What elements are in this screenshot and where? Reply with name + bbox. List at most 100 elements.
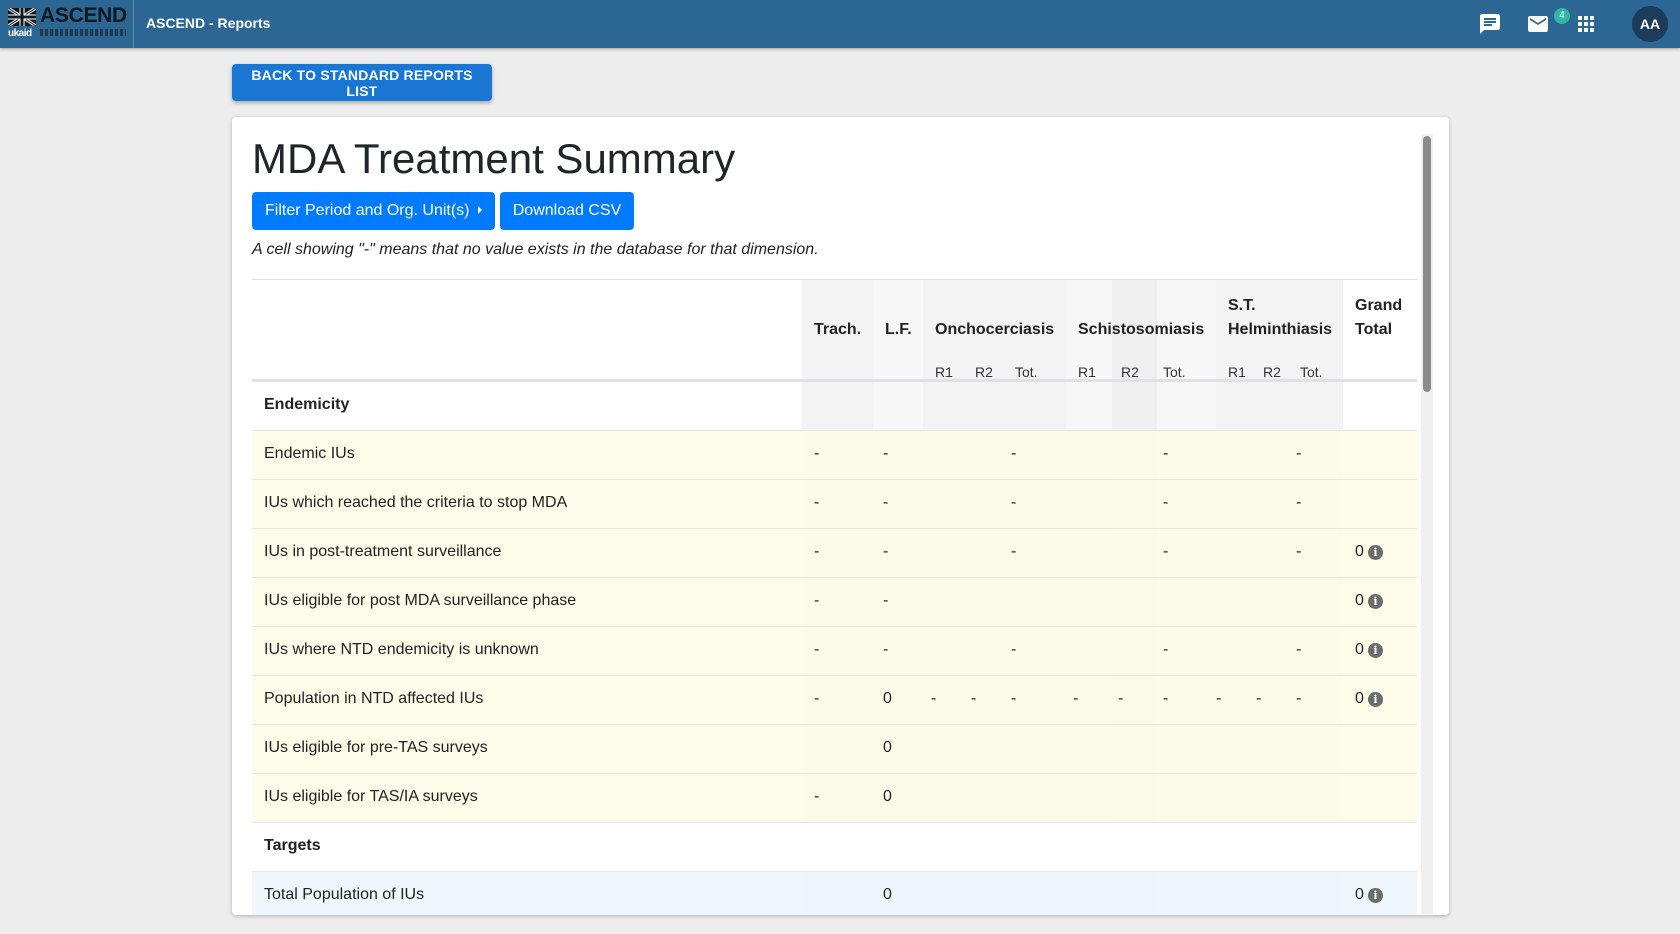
table-cell: - bbox=[814, 494, 820, 511]
table-cell: - bbox=[1118, 690, 1124, 707]
header-sth-line2: Helminthiasis bbox=[1228, 321, 1333, 338]
header-lf: L.F. bbox=[885, 321, 912, 338]
table-cell: - bbox=[1163, 445, 1169, 462]
apps-grid-icon[interactable] bbox=[1574, 12, 1598, 36]
logo-tagline bbox=[40, 29, 126, 36]
section-title: Endemicity bbox=[264, 396, 350, 413]
subheader-schisto-r1: R1 bbox=[1078, 364, 1096, 380]
info-icon[interactable]: i bbox=[1368, 643, 1383, 658]
table-cell: - bbox=[1296, 445, 1302, 462]
table-cell: - bbox=[1296, 543, 1302, 560]
table-cell: 0 bbox=[883, 690, 892, 707]
table-row: IUs where NTD endemicity is unknown - - - - -… bbox=[252, 627, 1417, 676]
table-row: Endemic IUs - - - - - bbox=[252, 431, 1417, 480]
subheader-schisto-tot: Tot. bbox=[1163, 364, 1186, 380]
table-cell: - bbox=[1296, 690, 1302, 707]
row-label: IUs eligible for post MDA surveillance p… bbox=[264, 592, 577, 609]
back-to-reports-button[interactable]: BACK TO STANDARD REPORTS LIST bbox=[232, 64, 492, 101]
section-row-targets: Targets bbox=[252, 823, 1417, 872]
ascend-ukaid-logo[interactable]: ukaid ASCEND bbox=[8, 4, 127, 40]
table-row: Total Population of IUs 0 0 i bbox=[252, 872, 1417, 915]
row-label: IUs eligible for TAS/IA surveys bbox=[264, 788, 478, 805]
subheader-oncho-tot: Tot. bbox=[1015, 364, 1038, 380]
table-cell: - bbox=[1073, 690, 1079, 707]
subheader-oncho-r2: R2 bbox=[975, 364, 993, 380]
table-row: IUs which reached the criteria to stop M… bbox=[252, 480, 1417, 529]
table-cell: - bbox=[1011, 494, 1017, 511]
table-cell: - bbox=[1163, 690, 1169, 707]
header-divider bbox=[133, 0, 134, 48]
table-row: IUs eligible for TAS/IA surveys - 0 bbox=[252, 774, 1417, 823]
table-cell: 0 bbox=[883, 788, 892, 805]
subheader-sth-r2: R2 bbox=[1263, 364, 1281, 380]
app-title: ASCEND - Reports bbox=[146, 15, 271, 31]
table-cell: 0 bbox=[883, 739, 892, 756]
filter-button-label: Filter Period and Org. Unit(s) bbox=[265, 202, 470, 219]
info-icon[interactable]: i bbox=[1368, 545, 1383, 560]
table-row: Population in NTD affected IUs - 0 - - - - - - - -… bbox=[252, 676, 1417, 725]
table-cell: - bbox=[814, 592, 820, 609]
header-schistosomiasis: Schistosomiasis bbox=[1078, 321, 1205, 338]
brand-name: ASCEND bbox=[40, 4, 127, 27]
header-onchocerciasis: Onchocerciasis bbox=[935, 321, 1055, 338]
row-label: IUs eligible for pre-TAS surveys bbox=[264, 739, 488, 756]
table-header: Trach. L.F. Onchocerciasis Schistosomias… bbox=[252, 279, 1417, 382]
table-cell: - bbox=[814, 445, 820, 462]
ukaid-text: ukaid bbox=[8, 28, 32, 39]
table-cell: - bbox=[883, 445, 889, 462]
table-cell: - bbox=[1011, 690, 1017, 707]
mail-count-badge: 4 bbox=[1554, 8, 1570, 24]
table-cell: - bbox=[1163, 641, 1169, 658]
table-cell: - bbox=[883, 592, 889, 609]
report-card: MDA Treatment Summary Filter Period and … bbox=[232, 117, 1449, 915]
table-cell: - bbox=[1216, 690, 1222, 707]
legend-note: A cell showing "-" means that no value e… bbox=[252, 241, 819, 258]
table-cell: 0 bbox=[1355, 641, 1364, 658]
top-app-bar: ukaid ASCEND ASCEND - Reports 4 AA bbox=[0, 0, 1680, 48]
row-label: IUs where NTD endemicity is unknown bbox=[264, 641, 539, 658]
table-cell: - bbox=[883, 543, 889, 560]
subheader-schisto-r2: R2 bbox=[1121, 364, 1139, 380]
table-cell: - bbox=[1256, 690, 1262, 707]
table-row: IUs eligible for pre-TAS surveys 0 bbox=[252, 725, 1417, 774]
table-cell: - bbox=[883, 494, 889, 511]
caret-right-icon bbox=[478, 206, 482, 214]
table-row: IUs eligible for post MDA surveillance p… bbox=[252, 578, 1417, 627]
download-csv-button[interactable]: Download CSV bbox=[500, 192, 634, 230]
user-avatar[interactable]: AA bbox=[1632, 6, 1668, 42]
header-sth-line1: S.T. bbox=[1228, 297, 1256, 314]
table-cell: - bbox=[814, 641, 820, 658]
subheader-oncho-r1: R1 bbox=[935, 364, 953, 380]
union-flag-icon bbox=[8, 8, 36, 26]
section-title: Targets bbox=[264, 837, 321, 854]
table-cell: - bbox=[814, 690, 820, 707]
row-label: IUs in post-treatment surveillance bbox=[264, 543, 502, 560]
subheader-sth-tot: Tot. bbox=[1300, 364, 1323, 380]
row-label: Population in NTD affected IUs bbox=[264, 690, 484, 707]
info-icon[interactable]: i bbox=[1368, 888, 1383, 903]
table-cell: 0 bbox=[1355, 592, 1364, 609]
info-icon[interactable]: i bbox=[1368, 594, 1383, 609]
filter-period-button[interactable]: Filter Period and Org. Unit(s) bbox=[252, 192, 495, 230]
header-grand-line1: Grand bbox=[1355, 297, 1403, 314]
table-cell: - bbox=[971, 690, 977, 707]
table-cell: - bbox=[1011, 445, 1017, 462]
table-cell: - bbox=[1296, 641, 1302, 658]
subheader-sth-r1: R1 bbox=[1228, 364, 1246, 380]
row-label: IUs which reached the criteria to stop M… bbox=[264, 494, 568, 511]
table-cell: - bbox=[1163, 494, 1169, 511]
row-label: Endemic IUs bbox=[264, 445, 355, 462]
table-cell: 0 bbox=[1355, 886, 1364, 903]
table-cell: - bbox=[883, 641, 889, 658]
header-grand-line2: Total bbox=[1355, 321, 1393, 338]
header-trach: Trach. bbox=[814, 321, 862, 338]
table-cell: 0 bbox=[1355, 690, 1364, 707]
info-icon[interactable]: i bbox=[1368, 692, 1383, 707]
scrollbar-thumb[interactable] bbox=[1423, 136, 1431, 392]
table-cell: - bbox=[814, 543, 820, 560]
table-cell: - bbox=[814, 788, 820, 805]
table-row: IUs in post-treatment surveillance - - - - - 0… bbox=[252, 529, 1417, 578]
chat-icon[interactable] bbox=[1478, 12, 1502, 36]
mail-icon[interactable] bbox=[1526, 12, 1550, 36]
section-row-endemicity: Endemicity bbox=[252, 382, 1417, 431]
